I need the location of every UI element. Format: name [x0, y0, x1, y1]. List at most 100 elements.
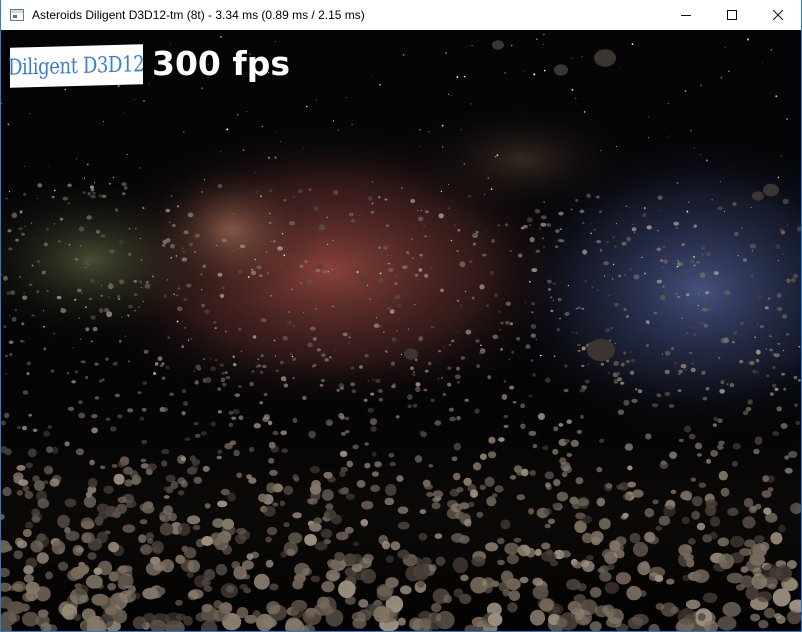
asteroid	[745, 406, 752, 412]
asteroid	[152, 562, 166, 571]
asteroid	[31, 515, 41, 523]
asteroid	[204, 503, 211, 509]
asteroid	[90, 185, 94, 190]
asteroid	[705, 387, 710, 391]
asteroid	[221, 238, 227, 243]
asteroid	[89, 297, 92, 301]
asteroid	[422, 479, 431, 487]
star	[590, 223, 591, 225]
asteroid	[210, 421, 216, 427]
asteroid	[519, 576, 529, 584]
star	[143, 100, 145, 102]
star	[170, 256, 173, 259]
asteroid	[140, 458, 147, 463]
asteroid	[605, 483, 613, 489]
asteroid	[625, 359, 630, 364]
star	[698, 293, 699, 295]
asteroid	[25, 462, 33, 469]
asteroid	[646, 344, 649, 347]
asteroid	[272, 502, 279, 507]
star	[43, 326, 45, 328]
asteroid	[28, 414, 33, 417]
asteroid	[78, 317, 81, 320]
asteroid	[690, 477, 697, 482]
star	[593, 195, 595, 197]
star	[367, 284, 369, 286]
asteroid	[497, 224, 500, 227]
asteroid	[452, 557, 469, 574]
asteroid	[769, 335, 772, 338]
asteroid	[548, 518, 555, 525]
asteroid	[472, 233, 478, 237]
asteroid	[572, 561, 583, 569]
asteroid	[706, 252, 711, 256]
star	[303, 312, 304, 314]
asteroid	[724, 290, 731, 296]
asteroid	[648, 536, 659, 545]
asteroid	[754, 436, 763, 445]
asteroid	[253, 573, 270, 590]
asteroid	[459, 502, 470, 510]
asteroid	[141, 439, 148, 444]
asteroid	[599, 438, 605, 443]
star	[291, 355, 294, 358]
star	[280, 141, 281, 142]
asteroid	[202, 358, 206, 361]
asteroid	[49, 478, 60, 487]
asteroid	[594, 49, 616, 67]
asteroid	[750, 274, 754, 277]
asteroid	[780, 423, 788, 429]
asteroid	[128, 304, 133, 309]
minimize-button[interactable]	[663, 0, 709, 30]
asteroid	[550, 296, 553, 299]
asteroid	[731, 341, 735, 344]
maximize-button[interactable]	[709, 0, 755, 30]
asteroid	[252, 610, 261, 619]
asteroid	[226, 585, 235, 593]
asteroid	[253, 227, 256, 230]
star	[254, 258, 256, 261]
asteroid	[200, 191, 204, 193]
close-button[interactable]	[755, 0, 801, 30]
render-viewport[interactable]: Diligent D3D12 300 fps	[1, 30, 801, 631]
asteroid	[503, 380, 507, 383]
asteroid	[108, 182, 111, 185]
app-window: Asteroids Diligent D3D12-tm (8t) - 3.34 …	[0, 0, 802, 632]
asteroid	[784, 455, 790, 460]
title-bar[interactable]: Asteroids Diligent D3D12-tm (8t) - 3.34 …	[1, 0, 801, 30]
asteroid	[288, 532, 303, 544]
asteroid	[683, 368, 687, 371]
star	[442, 146, 444, 148]
asteroid	[579, 209, 585, 214]
asteroid	[786, 278, 791, 284]
asteroid	[292, 376, 295, 380]
asteroid	[526, 217, 533, 223]
asteroid	[571, 331, 574, 334]
star	[356, 271, 359, 273]
star	[693, 256, 695, 258]
asteroid	[608, 294, 611, 297]
asteroid	[258, 493, 267, 503]
asteroid	[487, 375, 492, 380]
asteroid	[653, 311, 658, 315]
star	[419, 145, 421, 147]
asteroid	[389, 309, 395, 314]
star	[786, 224, 788, 226]
star	[274, 156, 277, 159]
star	[644, 272, 646, 275]
asteroid	[394, 294, 401, 300]
star	[301, 229, 302, 231]
asteroid	[693, 264, 696, 267]
asteroid	[774, 387, 779, 391]
asteroid	[221, 371, 226, 375]
star	[612, 278, 614, 280]
asteroid	[74, 370, 79, 374]
star	[543, 201, 545, 203]
app-window-icon[interactable]	[10, 9, 24, 21]
asteroid	[139, 416, 145, 421]
asteroid	[677, 608, 697, 626]
asteroid	[544, 523, 551, 529]
star	[583, 111, 586, 113]
asteroid	[367, 379, 370, 382]
asteroid	[388, 244, 390, 247]
